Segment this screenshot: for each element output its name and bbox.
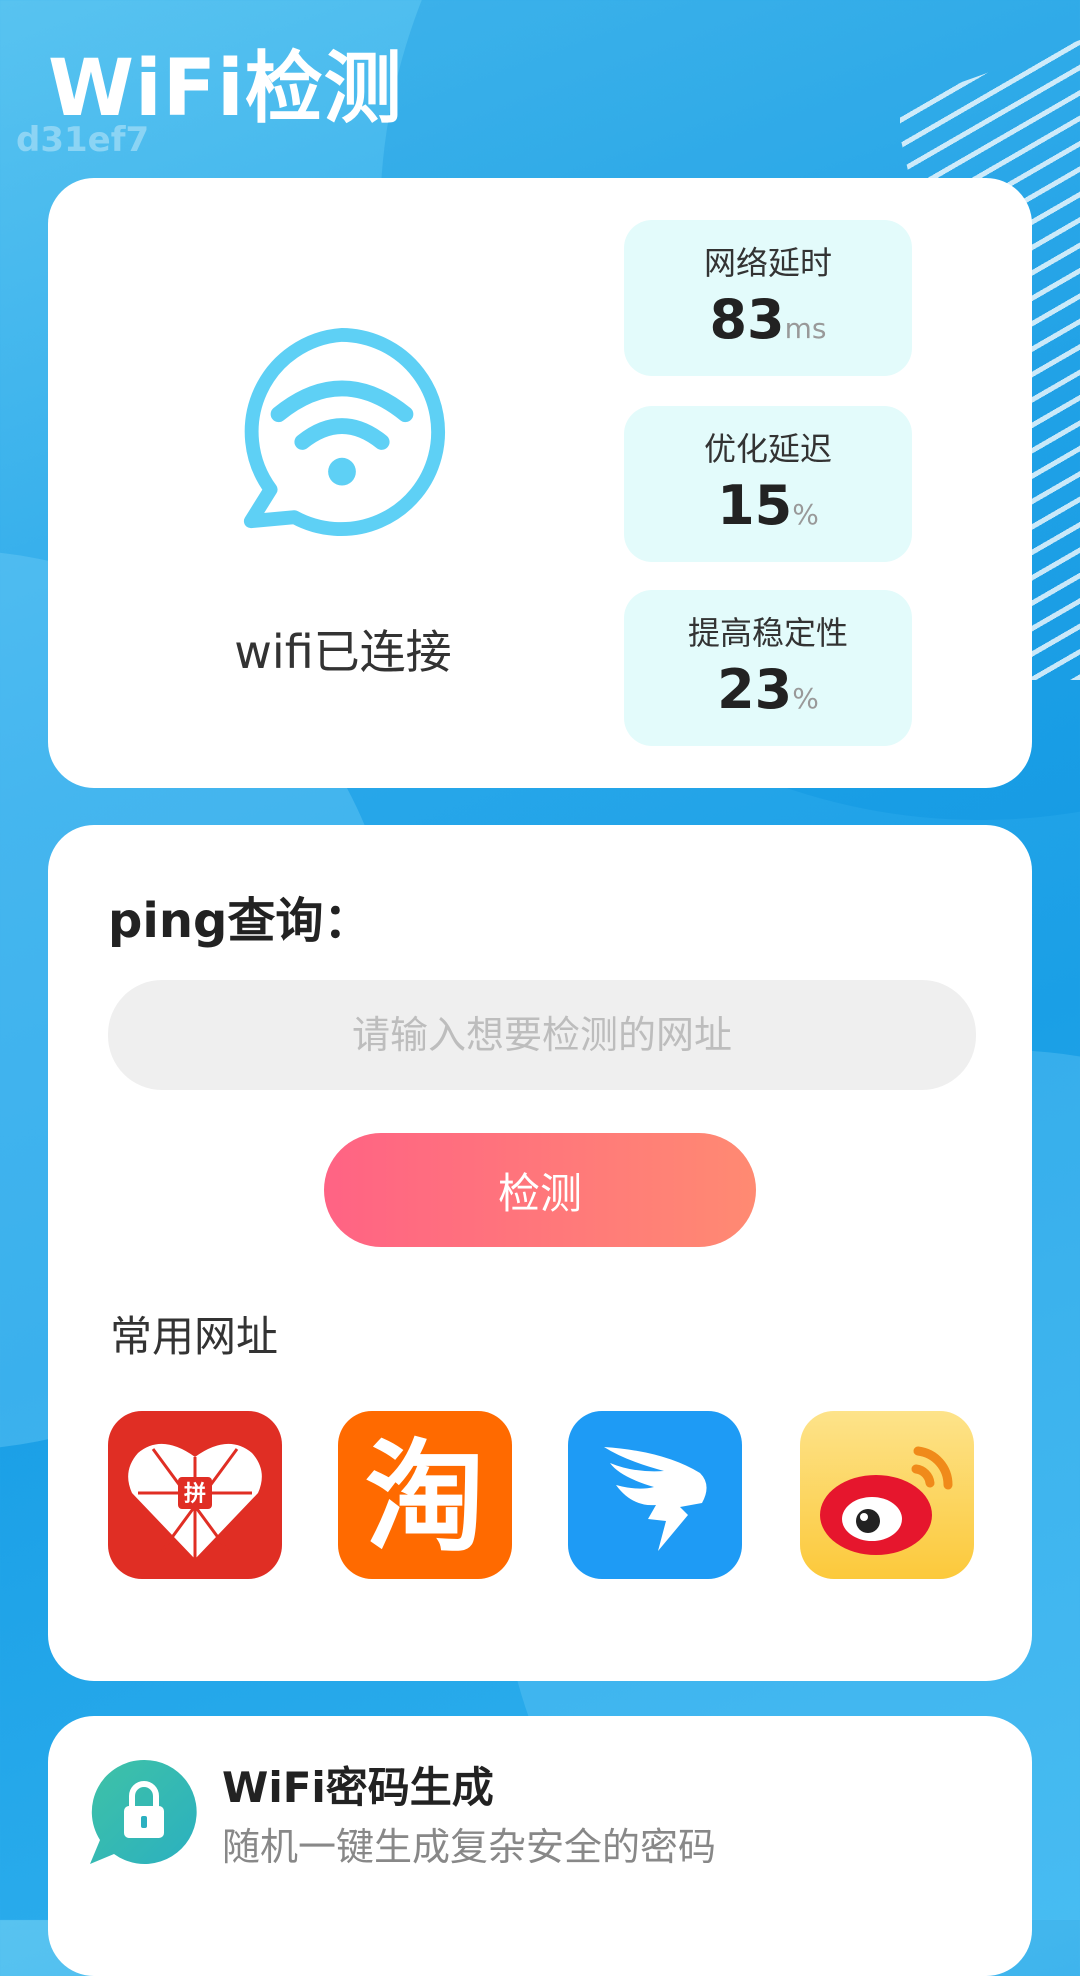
weibo-icon[interactable]	[800, 1411, 974, 1579]
stat-value: 83	[709, 288, 785, 351]
stat-label: 提高稳定性	[687, 614, 848, 652]
stat-unit: %	[792, 498, 819, 531]
stat-unit: ms	[784, 312, 827, 345]
ping-title: ping查询：	[108, 893, 372, 949]
lock-chat-icon	[86, 1756, 198, 1868]
stat-value: 23	[717, 658, 793, 721]
wifi-status-card: wifi已连接 网络延时 83ms 优化延迟 15% 提高稳定性 23%	[48, 178, 1032, 788]
stat-label: 优化延迟	[703, 430, 832, 468]
common-sites-title: 常用网址	[110, 1312, 279, 1361]
password-generator-card[interactable]: WiFi密码生成 随机一键生成复杂安全的密码	[48, 1716, 1032, 1976]
password-gen-title: WiFi密码生成	[222, 1763, 494, 1812]
url-input[interactable]	[108, 980, 976, 1090]
password-gen-subtitle: 随机一键生成复杂安全的密码	[222, 1825, 717, 1869]
wifi-chat-icon	[233, 323, 451, 541]
stat-label: 网络延时	[703, 244, 832, 282]
detect-button[interactable]: 检测	[324, 1133, 756, 1247]
stat-stability: 提高稳定性 23%	[624, 590, 912, 746]
stat-latency: 网络延时 83ms	[624, 220, 912, 376]
dingtalk-icon[interactable]	[568, 1411, 742, 1579]
taobao-icon[interactable]: 淘	[338, 1411, 512, 1579]
svg-text:淘: 淘	[365, 1429, 485, 1568]
pinduoduo-icon[interactable]: 拼	[108, 1411, 282, 1579]
stat-value: 15	[717, 474, 793, 537]
svg-text:拼: 拼	[184, 1481, 206, 1507]
ping-card: ping查询： 检测 常用网址 拼 淘	[48, 825, 1032, 1681]
stat-unit: %	[792, 682, 819, 715]
wifi-connected-label: wifi已连接	[234, 625, 452, 679]
watermark-code: d31ef7	[16, 120, 150, 160]
stat-optimize: 优化延迟 15%	[624, 406, 912, 562]
